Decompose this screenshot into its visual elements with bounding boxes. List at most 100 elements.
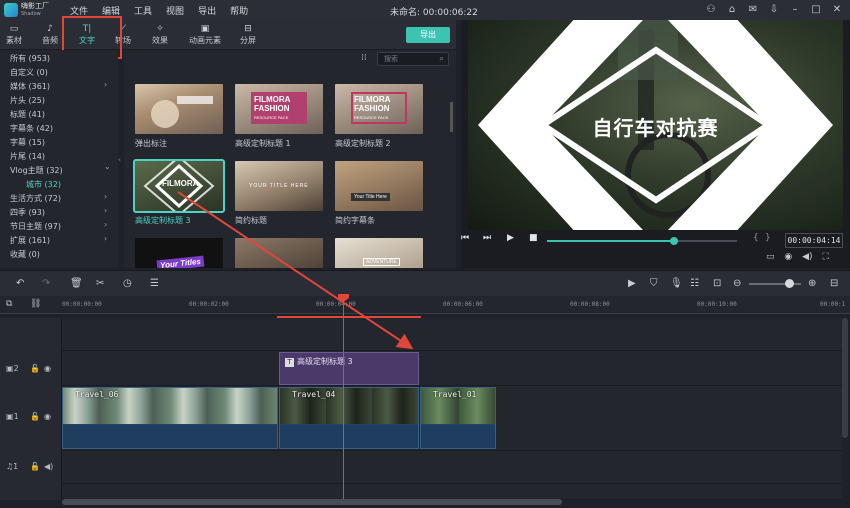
menu-view[interactable]: 视图: [166, 4, 184, 17]
mail-icon[interactable]: ✉: [746, 3, 760, 17]
more-icon[interactable]: ⊟: [830, 278, 838, 289]
download-icon[interactable]: ⇩: [767, 3, 781, 17]
sidebar-item-favorites[interactable]: 收藏 (0): [10, 249, 40, 260]
chevron-right-icon[interactable]: ›: [104, 192, 107, 201]
tab-elements[interactable]: ▣ 动画元素: [188, 24, 222, 46]
chevron-down-icon[interactable]: ⌄: [104, 162, 111, 171]
title-thumbnail[interactable]: [235, 238, 323, 268]
camera-icon[interactable]: ◉: [784, 252, 792, 262]
chevron-right-icon[interactable]: ›: [104, 220, 107, 229]
menu-help[interactable]: 帮助: [230, 4, 248, 17]
title-thumbnail-selected[interactable]: FILMORA: [133, 159, 225, 213]
sidebar-item-city[interactable]: 城市 (32): [26, 179, 61, 190]
eye-icon[interactable]: ◉: [44, 364, 51, 373]
clock-icon[interactable]: ◷: [123, 278, 132, 289]
title-thumbnail[interactable]: FILMORA FASHION RESOURCE PACK: [335, 84, 423, 134]
timeline-horizontal-scrollbar[interactable]: [62, 499, 562, 505]
sidebar-item-all[interactable]: 所有 (953): [10, 53, 50, 64]
tab-split-screen[interactable]: ⊟ 分屏: [238, 24, 258, 46]
sidebar-item-titles[interactable]: 标题 (41): [10, 109, 45, 120]
sidebar-item-credits[interactable]: 片尾 (14): [10, 151, 45, 162]
menu-file[interactable]: 文件: [70, 4, 88, 17]
zoom-out-icon[interactable]: ⊖: [733, 278, 741, 289]
sidebar-item-holidays[interactable]: 节日主题 (97): [10, 221, 61, 232]
render-icon[interactable]: ▶: [628, 278, 636, 289]
video-clip[interactable]: Travel_01: [420, 387, 496, 449]
adjust-icon[interactable]: ☰: [150, 278, 159, 289]
chevron-right-icon[interactable]: ›: [104, 80, 107, 89]
marker-icon[interactable]: ⛉: [650, 278, 658, 289]
zoom-in-icon[interactable]: ⊕: [808, 278, 816, 289]
audio-track-lane[interactable]: [62, 451, 842, 484]
sidebar-item-media[interactable]: 媒体 (361): [10, 81, 50, 92]
timeline-ruler[interactable]: ⧉ ⛓ 00:00:00:00 00:00:02:00 00:00:04:00 …: [0, 296, 850, 314]
snapshot-icon[interactable]: ⊡: [713, 278, 721, 289]
chevron-right-icon[interactable]: ›: [104, 234, 107, 243]
title-thumbnail[interactable]: ADVENTURE: [335, 238, 423, 268]
cut-icon[interactable]: ✂: [96, 278, 104, 289]
sidebar-item-subtitles[interactable]: 字幕 (15): [10, 137, 45, 148]
title-track-lane[interactable]: [62, 351, 842, 386]
undo-icon[interactable]: ↶: [16, 278, 24, 289]
add-track-icon[interactable]: ⧉: [6, 299, 12, 309]
mic-icon[interactable]: 🎙: [670, 278, 683, 289]
redo-icon[interactable]: ↷: [42, 278, 50, 289]
video-clip[interactable]: Travel_04: [279, 387, 419, 449]
title-thumbnail[interactable]: Your Titles: [135, 238, 223, 268]
menu-tools[interactable]: 工具: [134, 4, 152, 17]
audio-mix-icon[interactable]: ☷: [690, 278, 699, 289]
sidebar-item-lifestyle[interactable]: 生活方式 (72): [10, 193, 61, 204]
search-input[interactable]: 搜索 ⌕: [377, 52, 449, 66]
fullscreen-icon[interactable]: ⛶: [822, 252, 828, 262]
volume-icon[interactable]: ◀): [802, 252, 812, 262]
zoom-knob[interactable]: [785, 279, 794, 288]
playback-progress-bar[interactable]: [547, 237, 737, 245]
search-icon[interactable]: ⌕: [440, 53, 444, 65]
menu-export[interactable]: 导出: [198, 4, 216, 17]
title-thumbnail[interactable]: FILMORA FASHION RESOURCE PACK: [235, 84, 323, 134]
minimize-icon[interactable]: –: [788, 3, 802, 17]
sidebar-item-lower-thirds[interactable]: 字幕条 (42): [10, 123, 53, 134]
lock-icon[interactable]: 🔓: [30, 462, 40, 471]
timeline-vertical-scrollbar[interactable]: [842, 318, 848, 438]
library-scrollbar[interactable]: [450, 102, 453, 132]
user-icon[interactable]: ⚇: [704, 3, 718, 17]
collapse-sidebar-icon[interactable]: ‹: [118, 155, 121, 164]
title-clip[interactable]: T 高级定制标题 3: [279, 352, 419, 385]
playhead-line[interactable]: [343, 298, 344, 500]
delete-icon[interactable]: 🗑: [70, 278, 83, 289]
empty-track-lane[interactable]: [62, 318, 842, 351]
step-forward-icon[interactable]: ⏭: [483, 233, 491, 243]
maximize-icon[interactable]: □: [809, 3, 823, 17]
link-icon[interactable]: ⛓: [30, 299, 41, 309]
progress-knob[interactable]: [670, 237, 679, 245]
cart-icon[interactable]: ⌂: [725, 3, 739, 17]
title-thumbnail[interactable]: Your Title Here: [335, 161, 423, 211]
sidebar-item-seasons[interactable]: 四季 (93): [10, 207, 45, 218]
play-icon[interactable]: ▶: [507, 233, 514, 243]
monitor-icon[interactable]: ▭: [766, 252, 775, 262]
title-thumbnail[interactable]: YOUR TITLE HERE: [235, 161, 323, 211]
chevron-right-icon[interactable]: ›: [104, 206, 107, 215]
eye-icon[interactable]: ◉: [44, 412, 51, 421]
tab-media[interactable]: ▭ 素材: [4, 24, 24, 46]
title-thumbnail[interactable]: [135, 84, 223, 134]
export-button[interactable]: 导出: [406, 27, 450, 43]
tab-audio[interactable]: ♪ 音频: [40, 24, 60, 46]
sidebar-item-opening[interactable]: 片头 (25): [10, 95, 45, 106]
close-icon[interactable]: ✕: [830, 3, 844, 17]
bracket-right-icon[interactable]: }: [765, 233, 771, 243]
bracket-left-icon[interactable]: {: [753, 233, 759, 243]
menu-edit[interactable]: 编辑: [102, 4, 120, 17]
sidebar-item-vlog[interactable]: Vlog主题 (32): [10, 165, 63, 176]
sidebar-item-extensions[interactable]: 扩展 (161): [10, 235, 50, 246]
prev-frame-icon[interactable]: ⏮: [461, 233, 469, 243]
video-clip[interactable]: Travel_06: [62, 387, 278, 449]
lock-icon[interactable]: 🔓: [30, 364, 40, 373]
grid-view-icon[interactable]: ⁞⁞: [361, 53, 367, 63]
tab-effects[interactable]: ✧ 效果: [150, 24, 170, 46]
volume-icon[interactable]: ◀): [44, 462, 53, 471]
sidebar-item-custom[interactable]: 自定义 (0): [10, 67, 48, 78]
lock-icon[interactable]: 🔓: [30, 412, 40, 421]
stop-icon[interactable]: ■: [529, 233, 538, 243]
